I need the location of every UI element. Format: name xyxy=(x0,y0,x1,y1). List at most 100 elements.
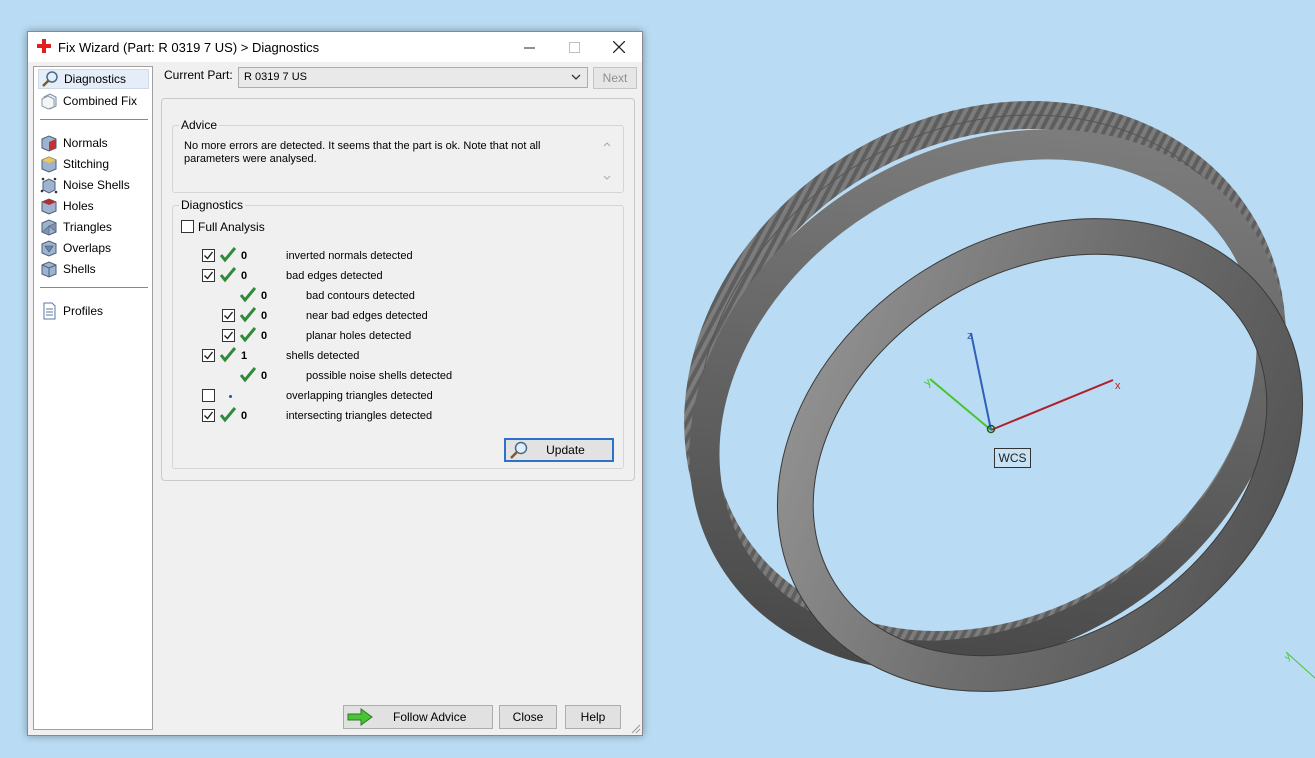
sidebar-item-label: Normals xyxy=(63,136,108,150)
sidebar-divider xyxy=(40,119,148,120)
near-bad-edges-checkbox[interactable] xyxy=(222,309,235,322)
sidebar-item-label: Overlaps xyxy=(63,241,112,255)
normals-icon xyxy=(41,135,57,152)
advice-group: Advice No more errors are detected. It s… xyxy=(172,118,624,193)
sidebar-item-triangles[interactable]: Triangles xyxy=(38,217,149,237)
diagnostics-group: Diagnostics Full Analysis 0 inverted nor… xyxy=(172,198,624,469)
planar-holes-checkbox[interactable] xyxy=(222,329,235,342)
row-label: overlapping triangles detected xyxy=(286,390,433,402)
row-label: planar holes detected xyxy=(306,330,412,342)
follow-advice-button[interactable]: Follow Advice xyxy=(343,705,493,729)
update-button[interactable]: Update xyxy=(504,438,614,462)
magnifier-icon xyxy=(510,441,528,459)
green-check-icon xyxy=(240,367,256,383)
green-check-icon xyxy=(240,287,256,303)
full-analysis-label: Full Analysis xyxy=(198,220,265,234)
bad-edges-checkbox[interactable] xyxy=(202,269,215,282)
advice-text: No more errors are detected. It seems th… xyxy=(184,140,541,165)
green-check-icon xyxy=(220,267,236,283)
inverted-normals-checkbox[interactable] xyxy=(202,249,215,262)
checkmark-icon xyxy=(204,411,214,420)
sidebar-item-overlaps[interactable]: Overlaps xyxy=(38,238,149,258)
minimize-button[interactable] xyxy=(506,32,552,62)
green-check-icon xyxy=(240,327,256,343)
sidebar-item-stitching[interactable]: Stitching xyxy=(38,154,149,174)
row-label: shells detected xyxy=(286,350,360,362)
checkmark-icon xyxy=(204,251,214,260)
row-label: inverted normals detected xyxy=(286,250,413,262)
sidebar-item-label: Combined Fix xyxy=(63,94,138,108)
sidebar-item-combined-fix[interactable]: Combined Fix xyxy=(38,91,149,111)
wcs-label: WCS xyxy=(994,448,1031,468)
magnifier-icon xyxy=(42,71,58,87)
checkmark-icon xyxy=(224,311,234,320)
update-label: Update xyxy=(546,443,585,457)
sidebar-item-label: Stitching xyxy=(63,157,110,171)
red-cross-icon xyxy=(37,39,51,53)
sidebar-item-label: Triangles xyxy=(63,220,112,234)
close-icon xyxy=(613,41,625,53)
sidebar-item-label: Holes xyxy=(63,199,94,213)
row-count: 0 xyxy=(241,250,248,262)
help-button[interactable]: Help xyxy=(565,705,621,729)
combined-fix-icon xyxy=(41,93,57,110)
minimize-icon xyxy=(523,47,535,48)
row-label: bad contours detected xyxy=(306,290,415,302)
wizard-sidebar: Diagnostics Combined Fix Normals Stitchi… xyxy=(33,66,153,730)
full-analysis-checkbox[interactable] xyxy=(181,220,194,233)
sidebar-item-noise-shells[interactable]: Noise Shells xyxy=(38,175,149,195)
svg-text:z: z xyxy=(967,330,973,342)
row-count: 1 xyxy=(241,350,248,362)
triangles-icon xyxy=(41,219,57,236)
green-check-icon xyxy=(240,307,256,323)
current-part-label: Current Part: xyxy=(164,68,233,82)
row-count: 0 xyxy=(241,410,248,422)
stitching-icon xyxy=(41,156,57,173)
diagnostics-title: Diagnostics xyxy=(179,198,246,212)
profiles-icon xyxy=(43,302,56,320)
sidebar-item-label: Profiles xyxy=(63,304,104,318)
next-button[interactable]: Next xyxy=(593,67,637,89)
green-arrow-icon xyxy=(347,708,373,726)
close-button[interactable]: Close xyxy=(499,705,557,729)
maximize-icon xyxy=(568,41,580,53)
wcs-axes: x y z xyxy=(922,330,1121,434)
overlapping-triangles-checkbox[interactable] xyxy=(202,389,215,402)
intersecting-triangles-checkbox[interactable] xyxy=(202,409,215,422)
window-title: Fix Wizard (Part: R 0319 7 US) > Diagnos… xyxy=(58,40,320,55)
shells-icon xyxy=(41,261,57,278)
row-count: 0 xyxy=(261,370,268,382)
advice-title: Advice xyxy=(179,118,220,132)
follow-advice-label: Follow Advice xyxy=(393,710,467,724)
advice-scrollbar[interactable] xyxy=(601,138,613,184)
row-count: 0 xyxy=(261,310,268,322)
svg-text:x: x xyxy=(1115,380,1121,392)
sidebar-item-holes[interactable]: Holes xyxy=(38,196,149,216)
current-part-value: R 0319 7 US xyxy=(244,71,307,83)
current-part-select[interactable]: R 0319 7 US xyxy=(238,67,588,88)
noise-shells-icon xyxy=(40,177,58,194)
green-check-icon xyxy=(220,247,236,263)
row-count: 0 xyxy=(261,290,268,302)
sidebar-item-label: Shells xyxy=(63,262,96,276)
row-label: intersecting triangles detected xyxy=(286,410,433,422)
maximize-button[interactable] xyxy=(551,32,597,62)
checkmark-icon xyxy=(204,271,214,280)
green-check-icon xyxy=(220,407,236,423)
row-label: bad edges detected xyxy=(286,270,383,282)
sidebar-item-normals[interactable]: Normals xyxy=(38,133,149,153)
resize-grip-icon[interactable] xyxy=(631,724,641,734)
sidebar-item-shells[interactable]: Shells xyxy=(38,259,149,279)
sidebar-item-profiles[interactable]: Profiles xyxy=(38,301,149,321)
title-bar[interactable]: Fix Wizard (Part: R 0319 7 US) > Diagnos… xyxy=(28,32,642,62)
checkmark-icon xyxy=(204,351,214,360)
sidebar-item-label: Diagnostics xyxy=(64,72,127,86)
row-label: possible noise shells detected xyxy=(306,370,453,382)
shells-checkbox[interactable] xyxy=(202,349,215,362)
sidebar-item-diagnostics[interactable]: Diagnostics xyxy=(38,69,149,89)
holes-icon xyxy=(41,198,57,215)
close-window-button[interactable] xyxy=(596,32,642,62)
sidebar-item-label: Noise Shells xyxy=(63,178,130,192)
diagnostics-panel: Advice No more errors are detected. It s… xyxy=(161,98,635,481)
corner-axis-indicator: y xyxy=(1282,651,1315,679)
